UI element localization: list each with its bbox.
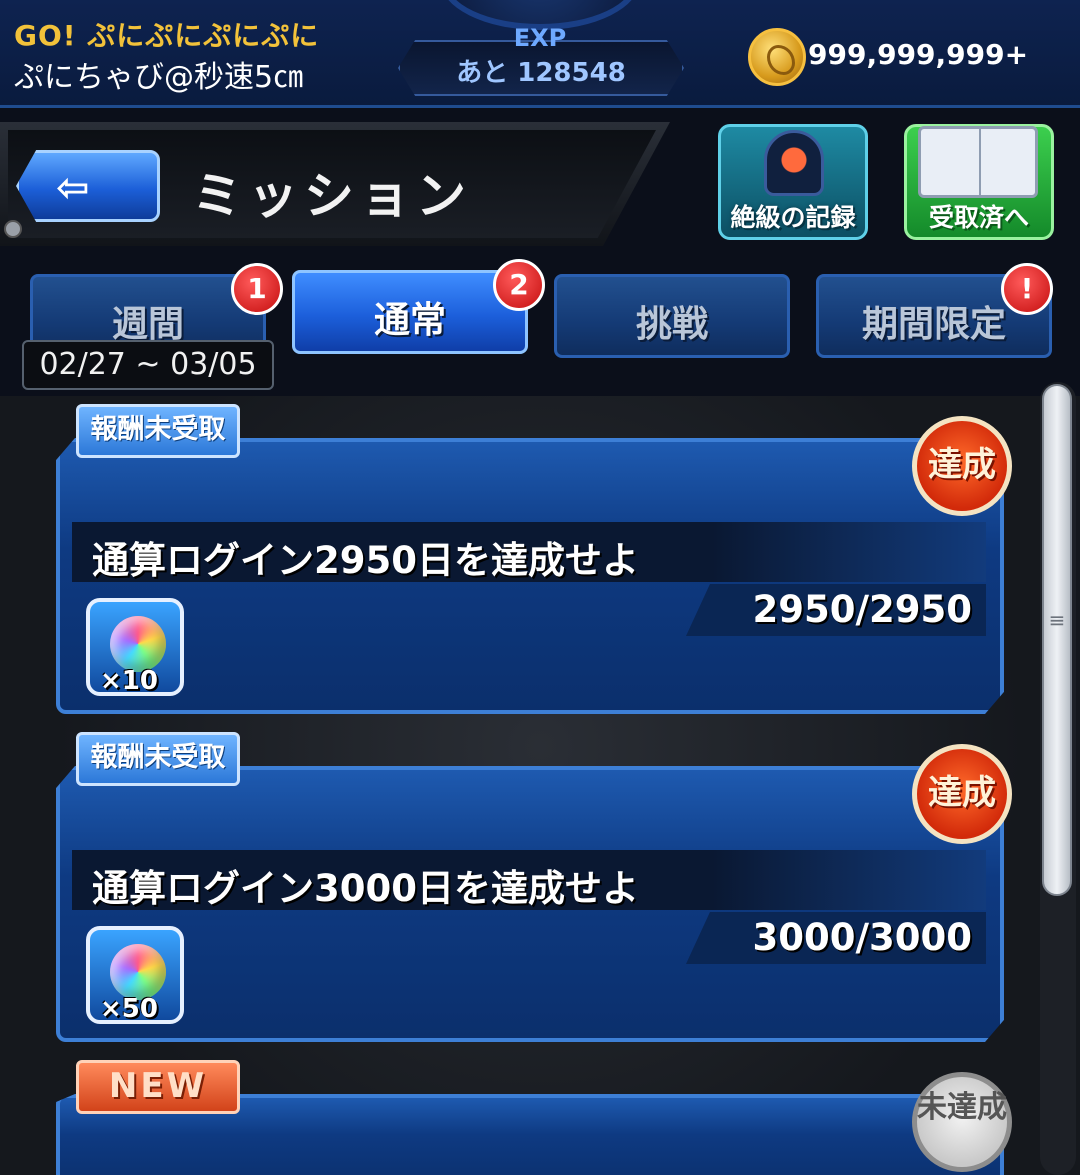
player-name: ぷにちゃび@秒速5㎝ — [14, 60, 304, 95]
achieved-stamp: 達成 — [912, 744, 1012, 844]
alert-badge-icon: ! — [1001, 263, 1053, 315]
reward-item[interactable]: ×50 — [86, 926, 184, 1024]
book-icon — [918, 126, 1038, 198]
tab-label: 挑戦 — [635, 304, 708, 345]
weekly-date-range: 02/27 ~ 03/05 — [22, 340, 274, 390]
coin-icon — [748, 28, 806, 86]
rainbow-orb-icon — [110, 616, 166, 672]
record-button-label: 絶級の記録 — [730, 203, 856, 232]
scroll-grip-icon: ≡ — [1048, 608, 1066, 632]
rainbow-orb-icon — [110, 944, 166, 1000]
reward-quantity: ×10 — [100, 666, 158, 696]
achieved-stamp: 達成 — [912, 416, 1012, 516]
progress-text: 3000/3000 — [752, 916, 972, 959]
screw-icon — [4, 220, 22, 238]
exp-remaining: あと 128548 — [456, 58, 626, 88]
mission-title: 通算ログイン2950日を達成せよ — [92, 539, 639, 582]
tab-limited-time[interactable]: 期間限定 ! — [816, 263, 1053, 358]
tab-challenge[interactable]: 挑戦 — [554, 274, 790, 358]
tab-normal[interactable]: 通常 2 — [292, 259, 545, 354]
notification-badge: 2 — [493, 259, 545, 311]
page-title: ミッション — [192, 167, 472, 225]
exp-label: EXP — [513, 24, 567, 52]
record-emblem-icon — [764, 130, 824, 196]
scroll-thumb[interactable] — [1042, 384, 1072, 896]
tab-label: 通常 — [373, 300, 446, 341]
new-tag: NEW — [76, 1060, 240, 1114]
progress-text: 2950/2950 — [752, 588, 972, 631]
reward-quantity: ×50 — [100, 994, 158, 1024]
status-tag: 報酬未受取 — [76, 732, 240, 786]
received-button-label: 受取済へ — [928, 203, 1029, 232]
not-achieved-stamp: 未達成 — [912, 1072, 1012, 1172]
status-tag: 報酬未受取 — [76, 404, 240, 458]
reward-item[interactable]: ×10 — [86, 598, 184, 696]
mission-title: 通算ログイン3000日を達成せよ — [92, 867, 639, 910]
back-arrow-icon: ⇦ — [56, 165, 90, 211]
game-title: GO! ぷにぷにぷにぷに — [14, 19, 320, 52]
notification-badge: 1 — [231, 263, 283, 315]
coin-amount: 999,999,999+ — [808, 38, 1029, 71]
